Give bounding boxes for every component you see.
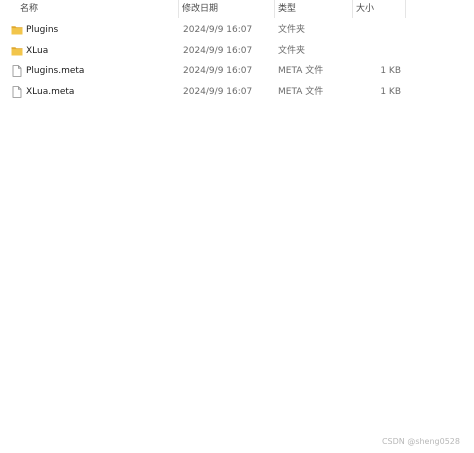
file-name: Plugins (26, 25, 59, 35)
file-name: Plugins.meta (26, 66, 85, 76)
file-type: 文件夹 (278, 25, 306, 35)
file-date: 2024/9/9 16:07 (183, 25, 253, 35)
column-header-name[interactable]: 名称 (17, 0, 178, 18)
file-icon (12, 86, 22, 98)
file-type: META 文件 (278, 66, 324, 76)
file-icon (12, 65, 22, 77)
file-date: 2024/9/9 16:07 (183, 46, 253, 56)
file-size (355, 20, 401, 40)
folder-icon (11, 47, 23, 56)
column-header-bar: ^ 名称 修改日期 类型 大小 (0, 0, 474, 18)
file-name: XLua.meta (26, 87, 75, 97)
column-header-type[interactable]: 类型 (275, 0, 352, 18)
column-divider[interactable] (405, 0, 406, 18)
file-row-xlua-meta[interactable]: XLua.meta 2024/9/9 16:07 META 文件 1 KB (0, 82, 474, 102)
folder-icon (11, 26, 23, 35)
file-row-xlua[interactable]: XLua 2024/9/9 16:07 文件夹 (0, 41, 474, 61)
file-row-plugins-meta[interactable]: Plugins.meta 2024/9/9 16:07 META 文件 1 KB (0, 61, 474, 81)
file-size: 1 KB (380, 87, 401, 97)
column-header-date[interactable]: 修改日期 (179, 0, 274, 18)
file-size: 1 KB (380, 66, 401, 76)
file-size (355, 41, 401, 61)
file-row-plugins[interactable]: Plugins 2024/9/9 16:07 文件夹 (0, 20, 474, 40)
column-header-size[interactable]: 大小 (353, 0, 405, 18)
watermark-text: CSDN @sheng0528 (381, 437, 460, 446)
file-type: META 文件 (278, 87, 324, 97)
file-date: 2024/9/9 16:07 (183, 66, 253, 76)
file-explorer-window: ^ 名称 修改日期 类型 大小 Plugins 2024/9/9 16:07 文… (0, 0, 474, 453)
file-name: XLua (26, 46, 49, 56)
file-date: 2024/9/9 16:07 (183, 87, 253, 97)
file-type: 文件夹 (278, 46, 306, 56)
